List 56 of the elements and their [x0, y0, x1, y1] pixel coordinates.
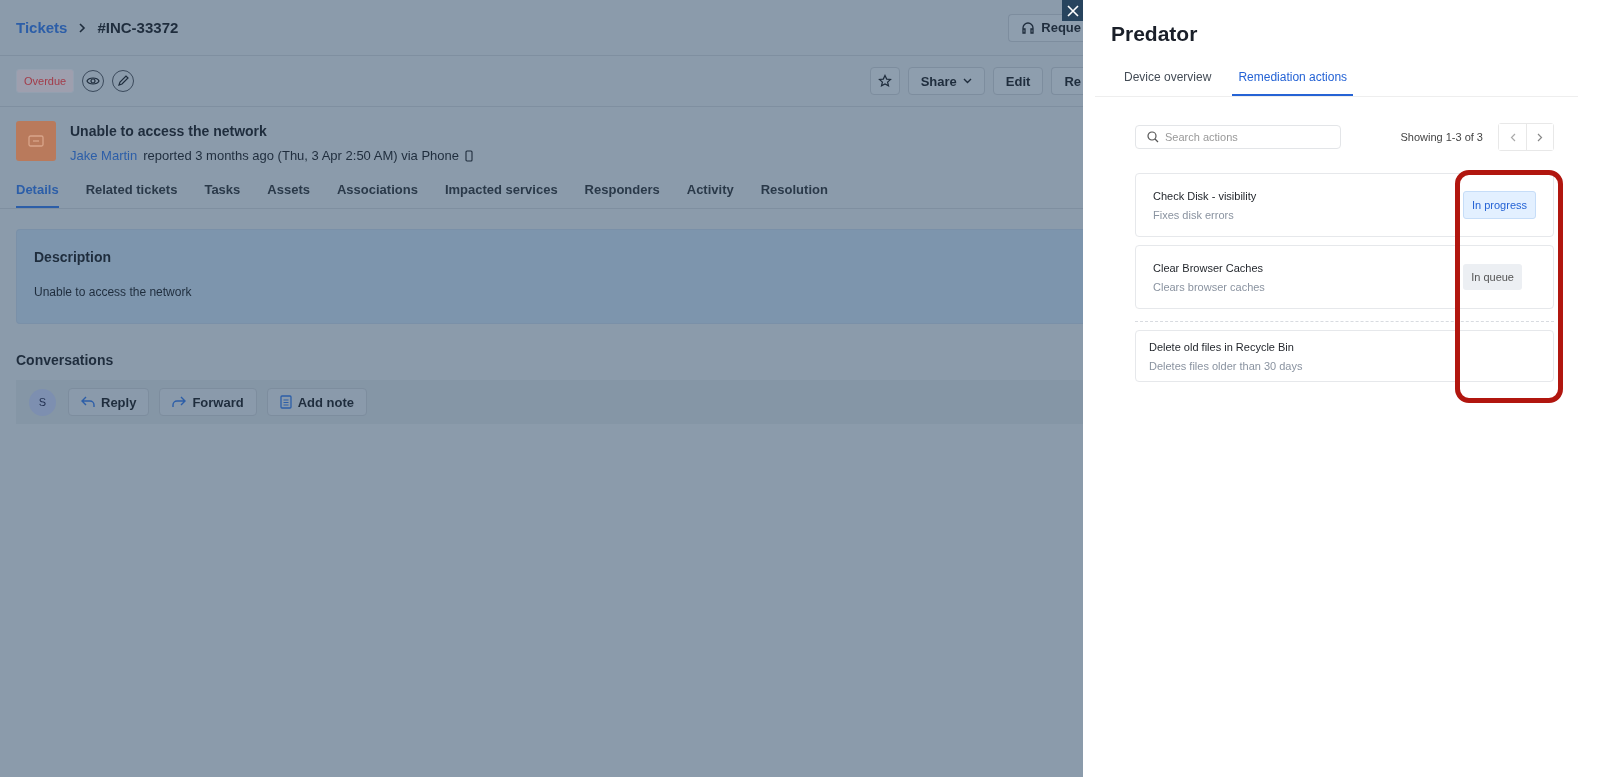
phone-icon: [465, 149, 473, 162]
tab[interactable]: Assets: [267, 177, 310, 208]
drawer-tab[interactable]: Remediation actions: [1232, 70, 1354, 96]
tab[interactable]: Activity: [686, 177, 734, 208]
ticket-type-icon: [16, 121, 56, 161]
action-card[interactable]: Check Disk - visibility Fixes disk errors In progress: [1135, 173, 1554, 237]
close-icon: [1066, 4, 1079, 17]
action-card[interactable]: Delete old files in Recycle Bin Deletes files older than 30 days: [1135, 330, 1554, 382]
caret-icon: [962, 78, 972, 84]
headset-icon: [1021, 20, 1036, 35]
ticket-meta: reported 3 months ago (Thu, 3 Apr 2:50 AM) via Phone: [143, 148, 459, 163]
overdue-tag: Overdue: [16, 69, 75, 93]
eye-icon: [86, 76, 101, 86]
search-field[interactable]: Search actions: [1135, 125, 1341, 149]
star-button[interactable]: [869, 67, 900, 95]
conversation-button[interactable]: Add note: [266, 388, 368, 416]
tab[interactable]: Tasks: [204, 177, 241, 208]
description-title: Description: [34, 249, 112, 265]
status-badge: In progress: [1462, 191, 1536, 219]
action-description: Fixes disk errors: [1153, 208, 1235, 221]
toolbar-button[interactable]: Re: [1051, 67, 1083, 95]
chevron-left-icon: [1509, 132, 1516, 142]
tab[interactable]: Impacted services: [444, 177, 558, 208]
pagination-text: Showing 1-3 of 3: [1400, 131, 1483, 143]
star-icon: [877, 74, 892, 88]
drawer-title: Predator: [1111, 22, 1199, 46]
status-badge: In queue: [1463, 264, 1522, 290]
reply-icon: [81, 396, 95, 408]
edit-button[interactable]: Edit: [992, 67, 1044, 95]
note-icon: [279, 395, 292, 409]
tab[interactable]: Resolution: [760, 177, 828, 208]
action-card[interactable]: Clear Browser Caches Clears browser caches In queue: [1135, 245, 1554, 309]
action-name: Delete old files in Recycle Bin: [1149, 340, 1295, 353]
conversations-title: Conversations: [16, 352, 115, 368]
drawer-tab[interactable]: Device overview: [1118, 70, 1218, 96]
close-button[interactable]: [1062, 0, 1083, 21]
share-button[interactable]: Share: [907, 67, 985, 95]
chevron-right-icon: [1537, 132, 1543, 142]
chevron-right-icon: [77, 21, 88, 34]
ticket-id: #INC-33372: [97, 19, 179, 36]
requester-button[interactable]: Reque: [1008, 13, 1083, 42]
forward-icon: [172, 396, 187, 408]
action-description: Deletes files older than 30 days: [1149, 359, 1303, 372]
search-icon: [1147, 131, 1159, 143]
description-text: Unable to access the network: [34, 285, 193, 299]
tab[interactable]: Associations: [336, 177, 418, 208]
action-name: Check Disk - visibility: [1153, 189, 1257, 202]
conversation-button[interactable]: Reply: [68, 388, 150, 416]
action-name: Clear Browser Caches: [1153, 261, 1265, 274]
avatar: S: [29, 388, 56, 416]
conversation-button[interactable]: Forward: [159, 388, 257, 416]
tab[interactable]: Responders: [584, 177, 660, 208]
tab[interactable]: Related tickets: [85, 177, 178, 208]
action-description: Clears browser caches: [1153, 280, 1265, 293]
ticket-subject: Unable to access the network: [70, 123, 268, 139]
pencil-icon: [117, 75, 130, 87]
